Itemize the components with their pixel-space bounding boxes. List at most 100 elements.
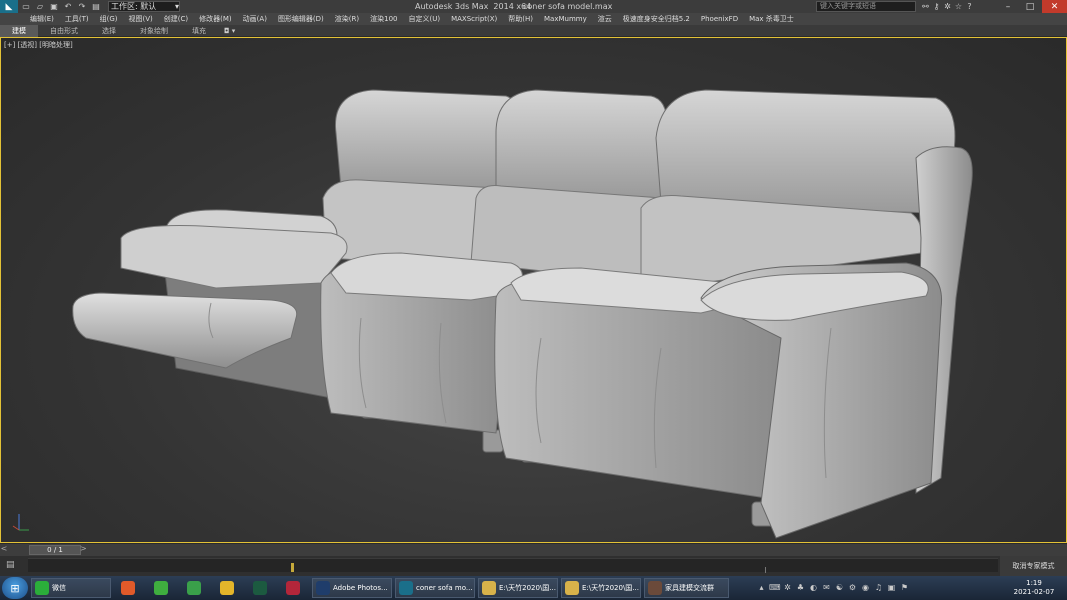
taskbar-item[interactable]: 家具建模交流群 (644, 578, 729, 598)
time-slider[interactable]: < 0 / 1 > (0, 544, 1067, 556)
taskbar-item[interactable] (246, 578, 276, 598)
menu-item[interactable]: 修改器(M) (199, 14, 232, 24)
ribbon-tab[interactable]: 填充 (180, 25, 218, 37)
taskbar-item-label: Adobe Photos... (333, 584, 388, 592)
tray-icon[interactable]: ⚙ (847, 583, 858, 594)
close-button[interactable]: ✕ (1042, 0, 1067, 13)
time-slider-prev[interactable]: < (0, 544, 8, 556)
title-bar: ◣ ▭ ▱ ▣ ↶ ↷ ▤ 工作区: 默认 ▾ Autodesk 3ds Max… (0, 0, 1067, 13)
clock-date: 2021-02-07 (1013, 588, 1055, 596)
ribbon-tab[interactable]: 对象绘制 (128, 25, 180, 37)
file-name: coner sofa model.max (523, 2, 613, 11)
taskbar-item[interactable] (147, 578, 177, 598)
taskbar-item[interactable] (114, 578, 144, 598)
tray-icon[interactable]: ✲ (782, 583, 793, 594)
3ds-max-icon (399, 581, 413, 595)
taskbar-item[interactable]: coner sofa mo... (395, 578, 475, 598)
binoculars-icon[interactable]: ⚯ (920, 2, 931, 11)
audition-icon (252, 581, 267, 595)
undo-icon[interactable]: ↶ (62, 1, 74, 12)
taskbar-item[interactable]: 微信 (31, 578, 111, 598)
chrome-icon (219, 581, 234, 595)
menu-item[interactable]: 动画(A) (243, 14, 267, 24)
start-button[interactable]: ⊞ (2, 577, 28, 599)
ribbon-tab[interactable]: 建模 (0, 24, 38, 37)
ribbon-tab[interactable]: 自由形式 (38, 25, 90, 37)
search-input[interactable]: 键入关键字或短语 (816, 1, 916, 12)
taskbar-item[interactable]: E:\天竹2020\国... (478, 578, 558, 598)
taskbar-item[interactable]: Adobe Photos... (312, 578, 392, 598)
back-cushion-right (655, 89, 956, 214)
minimize-button[interactable]: – (997, 0, 1019, 13)
3ds-max-icon[interactable]: ◣ (0, 0, 18, 13)
sofa-model[interactable] (1, 38, 1066, 542)
time-slider-next[interactable]: > (80, 544, 88, 556)
time-slider-thumb[interactable]: 0 / 1 (29, 545, 81, 555)
folder-icon (482, 581, 496, 595)
tray-icon[interactable]: ♫ (873, 583, 884, 594)
community-icon[interactable]: ✲ (942, 2, 953, 11)
menu-item[interactable]: 极速度身安全归档5.2 (623, 14, 690, 24)
taskbar-item[interactable]: E:\天竹2020\国... (561, 578, 641, 598)
menu-item[interactable]: 编辑(E) (30, 14, 54, 24)
track-strip[interactable] (28, 558, 998, 573)
swirl-icon (186, 581, 201, 595)
camtasia-icon (120, 581, 135, 595)
clock-time: 1:19 (1026, 579, 1042, 587)
axis-tripod-icon (12, 514, 29, 531)
taskbar-item[interactable] (213, 578, 243, 598)
track-bar[interactable]: ▤ (0, 556, 1000, 576)
tray-icon[interactable]: ☯ (834, 583, 845, 594)
menu-item[interactable]: 创建(C) (164, 14, 188, 24)
taskbar-clock[interactable]: 1:19 2021-02-07 (1010, 579, 1058, 597)
menu-item[interactable]: 工具(T) (65, 14, 89, 24)
new-icon[interactable]: ▭ (20, 1, 32, 12)
menu-bar: 编辑(E) 工具(T) 组(G) 视图(V) 创建(C) 修改器(M) 动画(A) 图形编辑器… (0, 13, 1067, 25)
exit-expert-mode-button[interactable]: 取消专家模式 (1000, 556, 1067, 576)
redo-icon[interactable]: ↷ (76, 1, 88, 12)
menu-item[interactable]: 帮助(H) (508, 14, 533, 24)
menu-item[interactable]: Max 杀毒卫士 (749, 14, 794, 24)
seat-cushion-left-top (120, 225, 348, 289)
tray-icon[interactable]: ▴ (756, 583, 767, 594)
menu-item[interactable]: 渲染100 (370, 14, 397, 24)
menu-item[interactable]: 图形编辑器(D) (278, 14, 324, 24)
menu-item[interactable]: 渲云 (598, 14, 612, 24)
tray-icon[interactable]: ▣ (886, 583, 897, 594)
workspace-dropdown[interactable]: 工作区: 默认 ▾ (108, 1, 180, 12)
menu-item[interactable]: 自定义(U) (409, 14, 441, 24)
keyframe-marker[interactable] (291, 563, 294, 572)
tray-icon[interactable]: ◐ (808, 583, 819, 594)
menu-item[interactable]: MaxMummy (544, 15, 587, 23)
taskbar-item[interactable] (180, 578, 210, 598)
menu-item[interactable]: 组(G) (100, 14, 118, 24)
save-icon[interactable]: ▣ (48, 1, 60, 12)
open-icon[interactable]: ▱ (34, 1, 46, 12)
taskbar-item[interactable] (279, 578, 309, 598)
key-icon[interactable]: ⚷ (931, 2, 942, 11)
viewport-label[interactable]: [+] [透视] [明暗处理] (4, 40, 73, 50)
camtasia-green-icon (153, 581, 168, 595)
menu-item[interactable]: MAXScript(X) (451, 15, 497, 23)
ribbon-toggle-icon[interactable]: ◘ ▾ (224, 27, 235, 35)
project-icon[interactable]: ▤ (90, 1, 102, 12)
help-icon[interactable]: ? (964, 2, 975, 11)
star-icon[interactable]: ☆ (953, 2, 964, 11)
tray-icon[interactable]: ♣ (795, 583, 806, 594)
folder-icon (565, 581, 579, 595)
chevron-down-icon: ▾ (174, 2, 179, 11)
perspective-viewport[interactable]: [+] [透视] [明暗处理] (0, 37, 1067, 543)
ribbon-tab[interactable]: 选择 (90, 25, 128, 37)
menu-item[interactable]: 渲染(R) (335, 14, 359, 24)
tray-icon[interactable]: ✉ (821, 583, 832, 594)
wechat-icon (35, 581, 49, 595)
key-filter-icon[interactable]: ▤ (6, 560, 18, 570)
tray-icon[interactable]: ⌨ (769, 583, 781, 594)
tray-icon[interactable]: ⚑ (899, 583, 910, 594)
menu-item[interactable]: PhoenixFD (701, 15, 738, 23)
maximize-button[interactable]: □ (1019, 0, 1041, 13)
menu-item[interactable]: 视图(V) (129, 14, 153, 24)
taskbar-item-label: E:\天竹2020\国... (582, 584, 639, 592)
calligraphy-icon (285, 581, 300, 595)
tray-icon[interactable]: ◉ (860, 583, 871, 594)
